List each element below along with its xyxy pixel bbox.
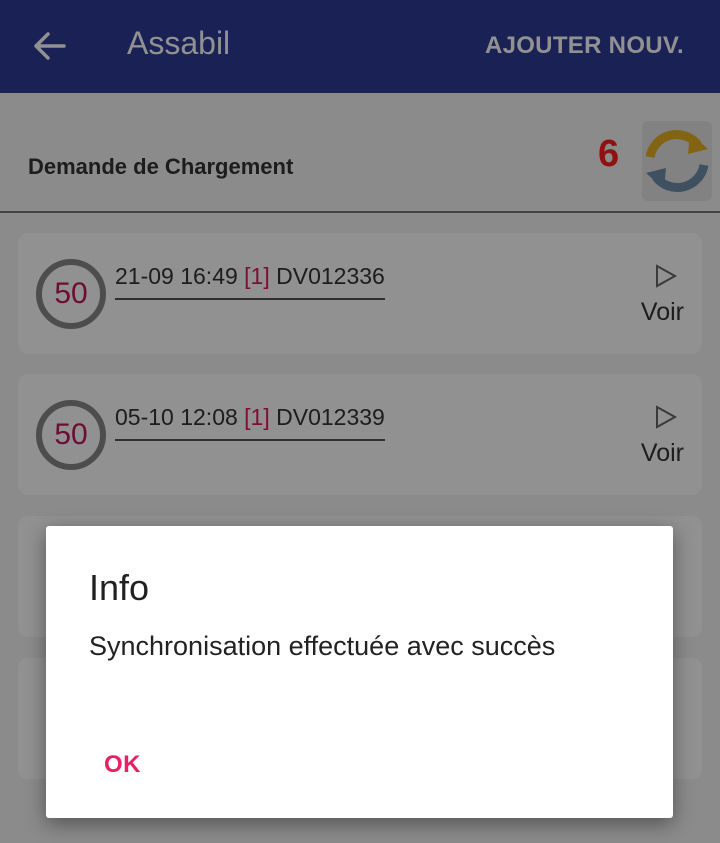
- dialog-message: Synchronisation effectuée avec succès: [89, 631, 556, 661]
- dialog-title: Info: [89, 567, 150, 608]
- info-dialog: Info Synchronisation effectuée avec succ…: [46, 526, 673, 818]
- ok-button[interactable]: OK: [104, 751, 141, 779]
